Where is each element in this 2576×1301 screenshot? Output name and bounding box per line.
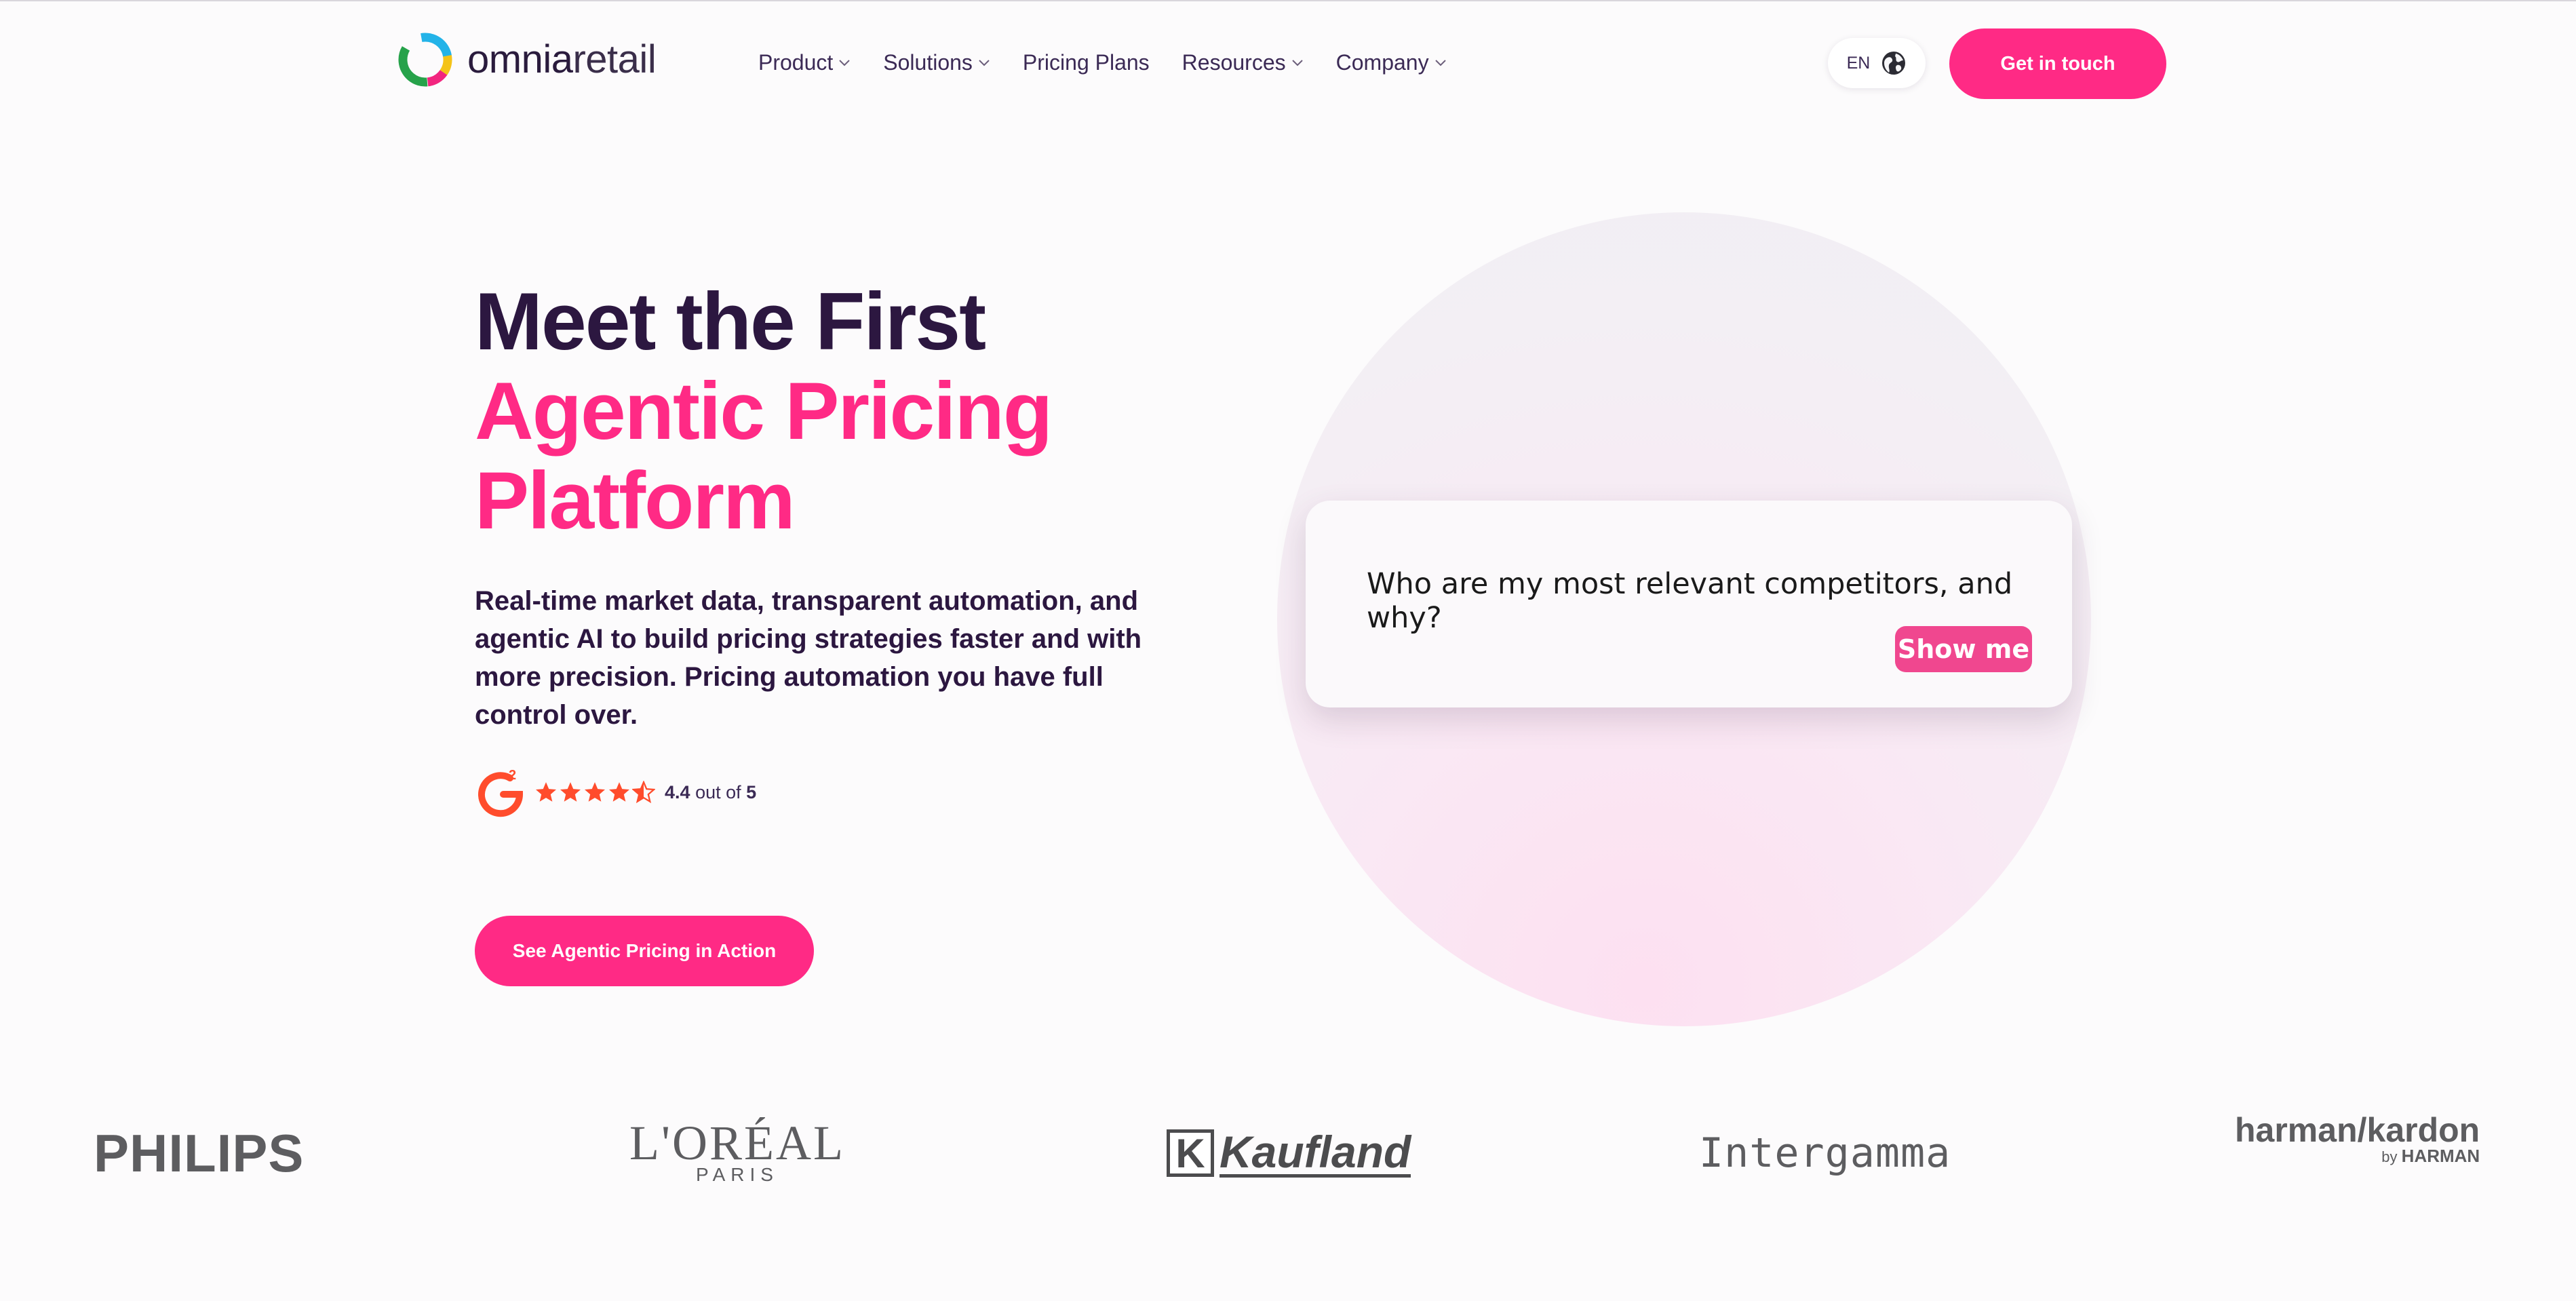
nav-item-label: Pricing Plans — [1022, 50, 1150, 75]
kaufland-mark: K — [1167, 1129, 1214, 1177]
harman-sub: HARMAN — [2401, 1146, 2480, 1166]
prompt-question: Who are my most relevant competitors, an… — [1367, 567, 2013, 635]
nav-item-label: Solutions — [883, 50, 973, 75]
hero-title-line1: Meet the First — [475, 276, 986, 367]
star-half-icon — [632, 781, 655, 804]
rating-out-of: out of — [695, 781, 741, 802]
star-full-icon — [535, 782, 557, 802]
nav-item-solutions[interactable]: Solutions — [883, 50, 990, 75]
brand-logo[interactable]: omniaretail — [397, 28, 657, 91]
nav-item-company[interactable]: Company — [1336, 50, 1447, 75]
hero-title-line2: Agentic Pricing — [475, 366, 1053, 457]
loreal-subtext: PARIS — [695, 1164, 779, 1185]
rating-stars — [534, 781, 657, 804]
get-in-touch-button[interactable]: Get in touch — [1949, 28, 2166, 99]
show-me-button[interactable]: Show me — [1895, 626, 2032, 672]
see-agentic-pricing-button[interactable]: See Agentic Pricing in Action — [475, 916, 814, 986]
hero-title: Meet the First Agentic Pricing Platform — [475, 276, 1053, 546]
g2-logo-icon: 2 — [478, 768, 524, 817]
globe-icon — [1882, 52, 1906, 75]
harman-by: by — [2381, 1148, 2398, 1165]
rating-score: 4.4 — [665, 781, 690, 802]
client-logo-harman-kardon: harman/kardon by HARMAN — [2235, 1112, 2480, 1194]
client-logo-kaufland: K Kaufland — [1167, 1112, 1411, 1194]
harman-subtext: by HARMAN — [2381, 1146, 2480, 1166]
nav-item-label: Resources — [1182, 50, 1286, 75]
star-full-icon — [584, 782, 606, 802]
svg-text:2: 2 — [509, 768, 516, 783]
chevron-down-icon — [1435, 60, 1446, 66]
omnia-ring-icon — [398, 33, 452, 87]
hero-subtitle: Real-time market data, transparent autom… — [475, 586, 1142, 730]
language-code: EN — [1846, 53, 1871, 73]
loreal-wordmark: L'ORÉAL — [629, 1116, 845, 1170]
client-logo-loreal: L'ORÉAL PARIS — [629, 1112, 845, 1194]
main-nav: Product Solutions Pricing Plans Resource… — [758, 45, 1479, 79]
hero-title-line3: Platform — [475, 455, 796, 546]
chevron-down-icon — [1291, 60, 1303, 66]
rating-max: 5 — [746, 781, 757, 802]
nav-item-label: Product — [758, 50, 834, 75]
top-divider — [0, 0, 2576, 1]
brand-wordmark: omniaretail — [467, 37, 657, 81]
brand-name-light: retail — [572, 37, 657, 81]
client-logo-intergamma: Intergamma — [1699, 1129, 1951, 1177]
nav-item-product[interactable]: Product — [758, 50, 851, 75]
nav-item-pricing-plans[interactable]: Pricing Plans — [1023, 50, 1150, 75]
chevron-down-icon — [839, 60, 850, 66]
ai-prompt-card: Who are my most relevant competitors, an… — [1306, 501, 2072, 707]
rating-text: 4.4 out of 5 — [665, 782, 756, 803]
g2-rating[interactable]: 2 4.4 out of 5 — [475, 765, 756, 819]
brand-name-bold: omnia — [467, 37, 573, 81]
kaufland-wordmark: Kaufland — [1219, 1126, 1411, 1178]
star-full-icon — [560, 782, 581, 802]
nav-item-label: Company — [1335, 50, 1429, 75]
star-full-icon — [608, 782, 630, 802]
chevron-down-icon — [979, 60, 990, 66]
language-selector[interactable]: EN — [1828, 38, 1926, 88]
harman-wordmark: harman/kardon — [2235, 1111, 2480, 1149]
client-logo-philips: PHILIPS — [94, 1123, 305, 1183]
nav-item-resources[interactable]: Resources — [1182, 50, 1304, 75]
